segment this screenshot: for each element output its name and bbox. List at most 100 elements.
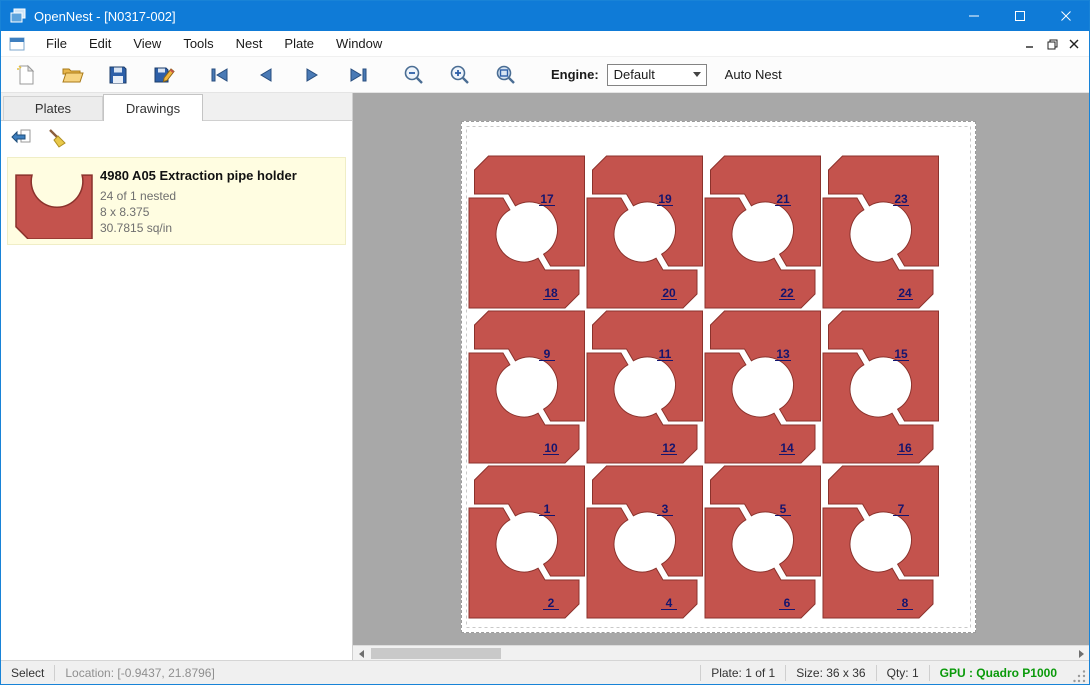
part-number: 15 (894, 347, 908, 361)
scroll-right-arrow-icon[interactable] (1073, 646, 1089, 660)
tab-drawings[interactable]: Drawings (103, 94, 203, 121)
status-gpu: GPU : Quadro P1000 (930, 661, 1067, 684)
open-button[interactable] (57, 60, 87, 90)
prev-plate-icon (255, 66, 277, 84)
menu-item-view[interactable]: View (122, 32, 172, 55)
engine-select[interactable]: Default (607, 64, 707, 86)
part-number: 8 (902, 596, 909, 610)
broom-icon (47, 127, 69, 149)
new-file-icon (15, 64, 37, 86)
part-number: 2 (548, 596, 555, 610)
tab-plates[interactable]: Plates (3, 96, 103, 120)
save-button[interactable] (103, 60, 133, 90)
zoom-in-icon (449, 64, 471, 86)
nest-pair[interactable]: 34 (587, 466, 703, 618)
nest-pair[interactable]: 910 (469, 311, 585, 463)
maximize-button[interactable] (997, 1, 1043, 31)
nest-pair[interactable]: 78 (823, 466, 939, 618)
part-number: 21 (776, 192, 790, 206)
nav-prev-button[interactable] (251, 60, 281, 90)
mdi-minimize-button[interactable] (1019, 34, 1041, 54)
menu-item-file[interactable]: File (35, 32, 78, 55)
sidebar-tabstrip: Plates Drawings (1, 93, 352, 121)
menu-item-edit[interactable]: Edit (78, 32, 122, 55)
nest-pair[interactable]: 21 22 (705, 156, 821, 308)
minimize-button[interactable] (951, 1, 997, 31)
menu-item-tools[interactable]: Tools (172, 32, 224, 55)
nest-pair[interactable]: 11 12 (587, 311, 703, 463)
nest-pair[interactable]: 56 (705, 466, 821, 618)
status-qty: Qty: 1 (877, 661, 929, 684)
mdi-close-button[interactable] (1063, 34, 1085, 54)
part-number: 13 (776, 347, 790, 361)
nav-first-button[interactable] (205, 60, 235, 90)
nest-pair[interactable]: 1516 (823, 311, 939, 463)
drawing-list-item[interactable]: 4980 A05 Extraction pipe holder 24 of 1 … (7, 157, 346, 245)
close-button[interactable] (1043, 1, 1089, 31)
part-number: 22 (780, 286, 794, 300)
mdi-restore-button[interactable] (1041, 34, 1063, 54)
part-number: 17 (540, 192, 554, 206)
plate-sheet: 171819202122232491011121314151612345678 (461, 121, 976, 633)
maximize-icon (1014, 10, 1026, 22)
nav-last-button[interactable] (343, 60, 373, 90)
part-number: 19 (658, 192, 672, 206)
new-button[interactable] (11, 60, 41, 90)
menu-item-window[interactable]: Window (325, 32, 393, 55)
menu-item-nest[interactable]: Nest (225, 32, 274, 55)
mdi-child-icon (9, 37, 25, 51)
auto-nest-button[interactable]: Auto Nest (725, 67, 782, 82)
resize-grip[interactable] (1073, 670, 1087, 684)
part-number: 12 (662, 441, 676, 455)
nest-pair[interactable]: 1718 (469, 156, 585, 308)
reload-drawing-button[interactable] (7, 124, 37, 152)
drawing-title: 4980 A05 Extraction pipe holder (100, 168, 297, 183)
zoom-fit-button[interactable] (491, 60, 521, 90)
menu-item-plate[interactable]: Plate (273, 32, 325, 55)
part-number: 3 (662, 502, 669, 516)
status-size: Size: 36 x 36 (786, 661, 875, 684)
part-number: 16 (898, 441, 912, 455)
save-edit-icon (153, 64, 175, 86)
mdi-restore-icon (1047, 39, 1058, 50)
scroll-left-arrow-icon[interactable] (353, 646, 369, 660)
menubar: File Edit View Tools Nest Plate Window (1, 31, 1089, 57)
sidebar: Plates Drawings (1, 93, 353, 660)
last-plate-icon (347, 66, 369, 84)
drawing-nested-count: 24 of 1 nested (100, 188, 297, 204)
engine-value: Default (614, 67, 655, 82)
nest-pair[interactable]: 1314 (705, 311, 821, 463)
main-toolbar: Engine: Default Auto Nest (1, 57, 1089, 93)
zoom-out-button[interactable] (399, 60, 429, 90)
close-icon (1060, 10, 1072, 22)
chevron-down-icon (693, 72, 701, 77)
tab-drawings-label: Drawings (126, 101, 180, 116)
mdi-minimize-icon (1025, 39, 1035, 49)
part-number: 4 (666, 596, 673, 610)
import-arrow-icon (11, 127, 33, 149)
zoom-in-button[interactable] (445, 60, 475, 90)
nest-canvas[interactable]: 171819202122232491011121314151612345678 (353, 93, 1089, 660)
engine-label: Engine: (551, 67, 599, 82)
status-location: Location: [-0.9437, 21.8796] (55, 661, 224, 684)
nav-next-button[interactable] (297, 60, 327, 90)
window-title: OpenNest - [N0317-002] (34, 9, 176, 24)
horizontal-scrollbar[interactable] (353, 645, 1089, 660)
part-number: 6 (784, 596, 791, 610)
minimize-icon (968, 10, 980, 22)
nest-pair[interactable]: 12 (469, 466, 585, 618)
part-number: 11 (659, 347, 672, 361)
save-icon (107, 64, 129, 86)
clean-button[interactable] (43, 124, 73, 152)
nest-pair[interactable]: 2324 (823, 156, 939, 308)
save-as-button[interactable] (149, 60, 179, 90)
scrollbar-thumb[interactable] (371, 648, 501, 659)
window-root: OpenNest - [N0317-002] File Edit View To… (0, 0, 1090, 685)
nest-pair[interactable]: 1920 (587, 156, 703, 308)
drawings-toolbar (1, 121, 352, 155)
drawing-area: 30.7815 sq/in (100, 220, 297, 236)
status-plate: Plate: 1 of 1 (701, 661, 785, 684)
part-number: 23 (894, 192, 908, 206)
part-number: 7 (898, 502, 905, 516)
part-number: 20 (662, 286, 676, 300)
